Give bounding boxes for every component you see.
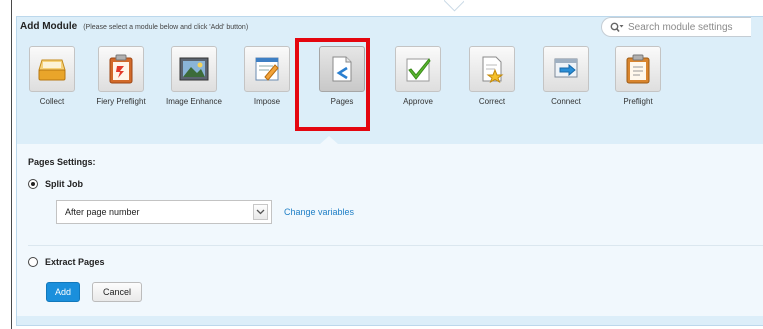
module-label: Connect [551,97,581,106]
panel-title: Add Module [20,21,78,32]
pages-icon [332,56,352,82]
search-input[interactable] [628,21,743,33]
approve-icon [406,58,431,82]
module-label: Correct [478,97,506,106]
connect-tile[interactable] [543,46,589,92]
connect-icon [554,58,578,78]
collect-icon [38,59,66,81]
correct-tile[interactable] [469,46,515,92]
module-label: Preflight [623,97,653,106]
header: Add Module (Please select a module below… [20,21,248,32]
module-label: Image Enhance [165,97,223,106]
module-correct[interactable]: Correct [460,46,524,106]
top-notch [444,0,464,16]
approve-tile[interactable] [395,46,441,92]
module-label: Pages [330,97,354,106]
preflight-icon [626,54,650,84]
split-job-label: Split Job [45,179,83,189]
selected-module-pointer [320,136,338,144]
module-impose[interactable]: Impose [235,46,299,106]
fiery-preflight-tile[interactable] [98,46,144,92]
module-approve[interactable]: Approve [386,46,450,106]
settings-title: Pages Settings: [28,157,96,167]
impose-icon [255,57,279,81]
split-option-value: After page number [65,207,140,217]
search-dropdown-icon[interactable] [610,21,624,33]
fiery-preflight-icon [109,54,133,84]
correct-icon [482,56,504,83]
search-box[interactable] [601,17,751,37]
module-label: Approve [403,97,433,106]
module-collect[interactable]: Collect [20,46,84,106]
module-preflight[interactable]: Preflight [606,46,670,106]
module-label: Fiery Preflight [96,97,146,106]
split-option-select[interactable]: After page number [56,200,272,224]
split-job-option[interactable]: Split Job [28,179,83,189]
module-connect[interactable]: Connect [534,46,598,106]
change-variables-link[interactable]: Change variables [284,207,354,217]
module-label: Collect [39,97,65,106]
extract-pages-label: Extract Pages [45,257,105,267]
module-image-enhance[interactable]: Image Enhance [162,46,226,106]
module-label: Impose [253,97,281,106]
collect-tile[interactable] [29,46,75,92]
image-enhance-tile[interactable] [171,46,217,92]
extract-pages-radio[interactable] [28,257,38,267]
panel-hint: (Please select a module below and click … [83,24,249,31]
pages-tile[interactable] [319,46,365,92]
chevron-down-icon[interactable] [253,204,268,220]
add-button[interactable]: Add [46,282,80,302]
module-pages[interactable]: Pages [310,46,374,106]
extract-pages-option[interactable]: Extract Pages [28,257,105,267]
module-fiery-preflight[interactable]: Fiery Preflight [89,46,153,106]
image-enhance-icon [179,57,209,81]
preflight-tile[interactable] [615,46,661,92]
impose-tile[interactable] [244,46,290,92]
divider [28,245,763,246]
cancel-button[interactable]: Cancel [92,282,142,302]
split-job-radio[interactable] [28,179,38,189]
